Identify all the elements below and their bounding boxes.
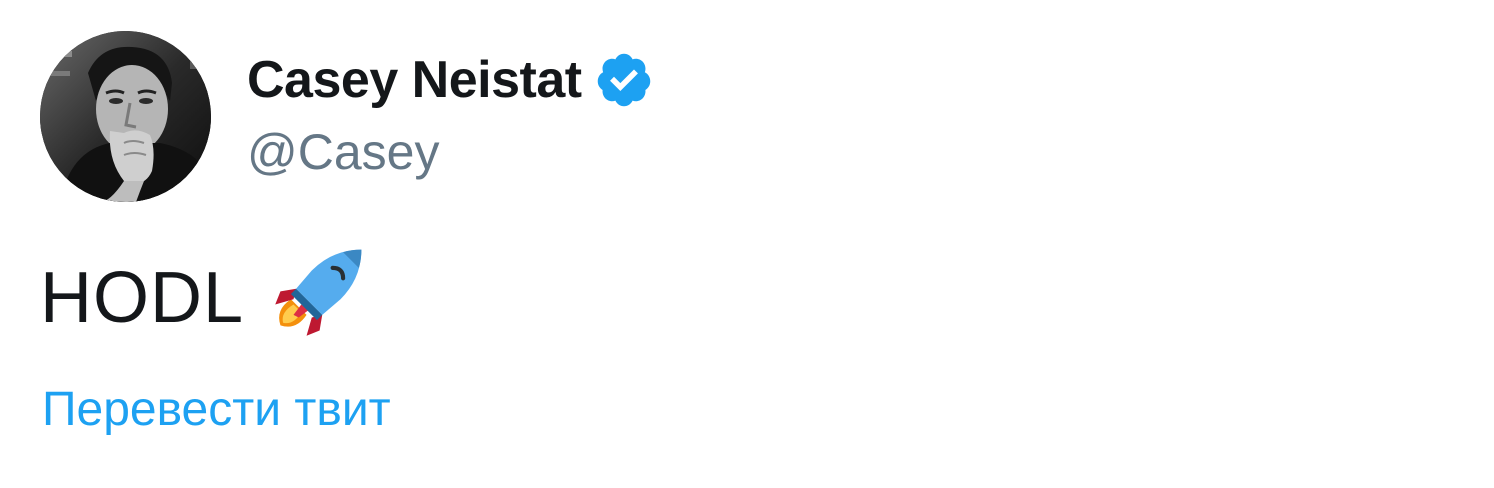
rocket-icon: [270, 247, 364, 341]
display-name[interactable]: Casey Neistat: [247, 50, 582, 110]
author-name-row[interactable]: Casey Neistat: [247, 50, 654, 110]
tweet-text: HODL: [40, 258, 245, 338]
author-handle[interactable]: @Casey: [247, 122, 439, 182]
verified-badge-icon: [594, 50, 654, 110]
tweet-body: HODL: [40, 248, 364, 348]
translate-tweet-link[interactable]: Перевести твит: [42, 380, 391, 440]
avatar-photo: [40, 31, 211, 202]
avatar[interactable]: [40, 31, 211, 202]
